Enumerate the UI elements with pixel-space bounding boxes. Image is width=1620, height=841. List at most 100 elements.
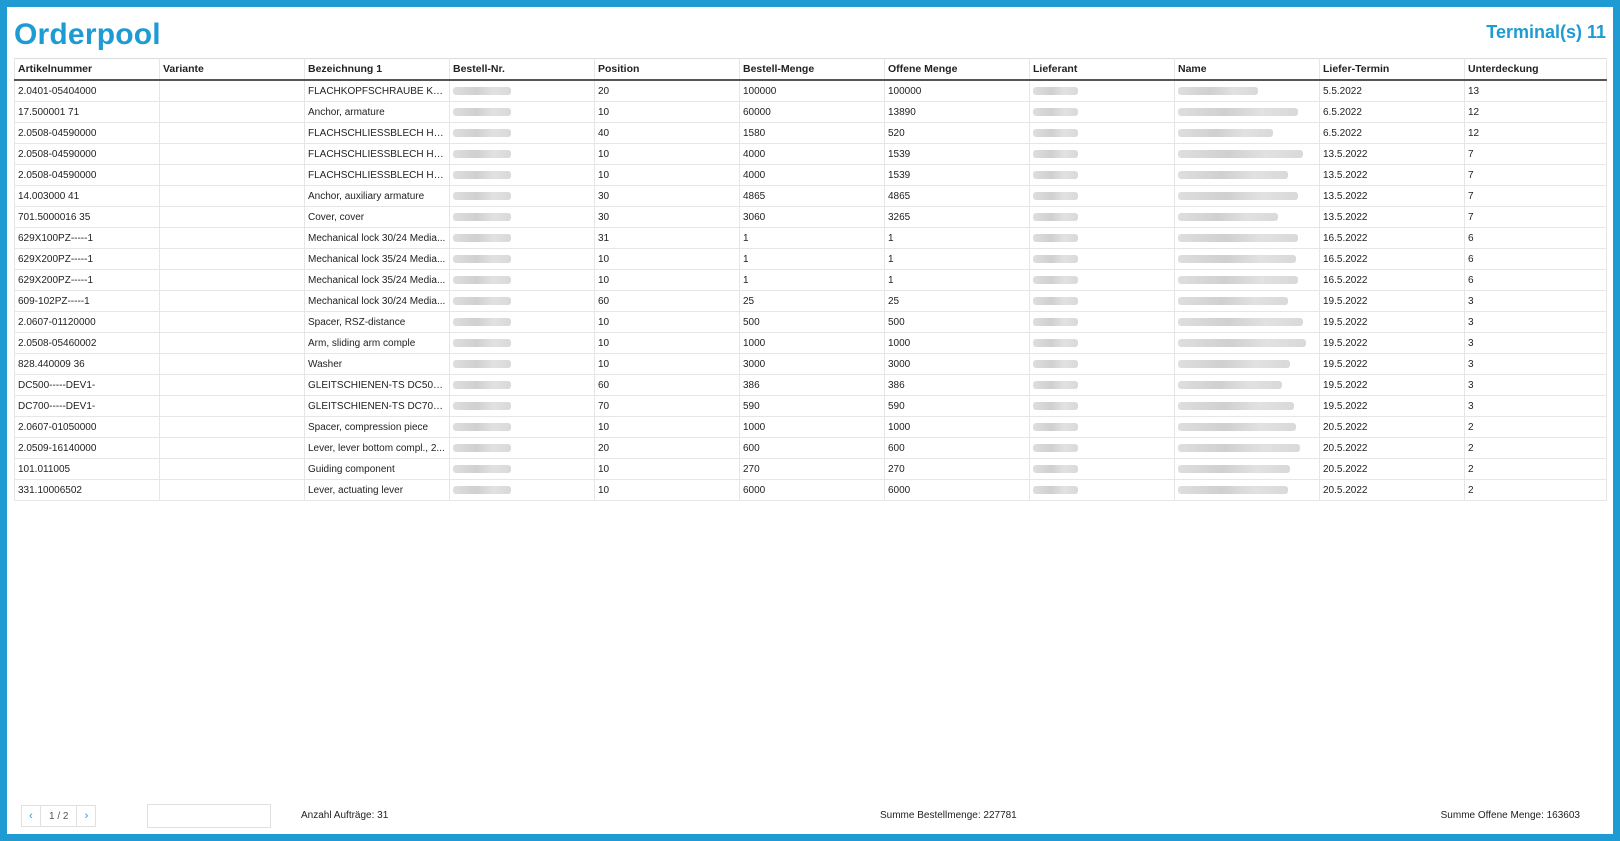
cell-bezeichnung: Anchor, auxiliary armature: [304, 185, 450, 207]
cell-offene-menge: 4865: [884, 185, 1030, 207]
cell-offene-menge: 25: [884, 290, 1030, 312]
cell-bestell-menge: 6000: [739, 479, 885, 501]
redacted-value: [1033, 212, 1078, 221]
table-header-row: Artikelnummer Variante Bezeichnung 1 Bes…: [14, 58, 1607, 81]
cell-position: 20: [594, 80, 740, 102]
cell-variante: [159, 374, 305, 396]
prev-page-button[interactable]: ‹: [22, 805, 40, 827]
redacted-value: [1033, 107, 1078, 116]
table-row[interactable]: 2.0508-04590000 FLACHSCHLIESSBLECH HZ. E.…: [14, 164, 1607, 186]
column-header-bestell-nr[interactable]: Bestell-Nr.: [449, 58, 595, 81]
table-row[interactable]: 701.5000016 35 Cover, cover 30 3060 3265 13.5…: [14, 206, 1607, 228]
cell-artikelnummer: 2.0508-04590000: [14, 122, 160, 144]
redacted-value: [453, 233, 511, 242]
cell-variante: [159, 269, 305, 291]
cell-bezeichnung: Mechanical lock 35/24 Media...: [304, 269, 450, 291]
table-row[interactable]: 14.003000 41 Anchor, auxiliary armature 30…: [14, 185, 1607, 207]
table-row[interactable]: 331.10006502 Lever, actuating lever 10 6000…: [14, 479, 1607, 501]
table-row[interactable]: 2.0508-04590000 FLACHSCHLIESSBLECH HZ. E.…: [14, 143, 1607, 165]
redacted-value: [453, 380, 511, 389]
cell-lieferant: [1029, 206, 1175, 228]
cell-bestell-menge: 100000: [739, 80, 885, 102]
cell-liefer-termin: 19.5.2022: [1319, 374, 1465, 396]
redacted-value: [1033, 296, 1078, 305]
cell-offene-menge: 1539: [884, 143, 1030, 165]
cell-lieferant: [1029, 332, 1175, 354]
cell-bezeichnung: FLACHSCHLIESSBLECH HZ. E...: [304, 164, 450, 186]
redacted-value: [1033, 254, 1078, 263]
table-row[interactable]: 2.0508-04590000 FLACHSCHLIESSBLECH HZ. E.…: [14, 122, 1607, 144]
table-row[interactable]: 629X100PZ-----1 Mechanical lock 30/24 Med…: [14, 227, 1607, 249]
cell-bezeichnung: Cover, cover: [304, 206, 450, 228]
cell-bestell-menge: 386: [739, 374, 885, 396]
redacted-value: [1178, 443, 1300, 452]
cell-lieferant: [1029, 227, 1175, 249]
column-header-position[interactable]: Position: [594, 58, 740, 81]
column-header-name[interactable]: Name: [1174, 58, 1320, 81]
page-input[interactable]: [147, 804, 271, 828]
cell-liefer-termin: 16.5.2022: [1319, 248, 1465, 270]
cell-offene-menge: 1539: [884, 164, 1030, 186]
column-header-unterdeckung[interactable]: Unterdeckung: [1464, 58, 1607, 81]
cell-lieferant: [1029, 185, 1175, 207]
cell-lieferant: [1029, 479, 1175, 501]
cell-liefer-termin: 6.5.2022: [1319, 122, 1465, 144]
cell-bestell-menge: 270: [739, 458, 885, 480]
cell-variante: [159, 437, 305, 459]
column-header-lieferant[interactable]: Lieferant: [1029, 58, 1175, 81]
cell-bezeichnung: GLEITSCHIENEN-TS DC500 A...: [304, 374, 450, 396]
cell-offene-menge: 1: [884, 248, 1030, 270]
redacted-value: [453, 191, 511, 200]
cell-name: [1174, 437, 1320, 459]
table-row[interactable]: DC500-----DEV1- GLEITSCHIENEN-TS DC500 A.…: [14, 374, 1607, 396]
cell-position: 10: [594, 164, 740, 186]
cell-bestell-nr: [449, 185, 595, 207]
cell-position: 10: [594, 479, 740, 501]
cell-bestell-menge: 600: [739, 437, 885, 459]
cell-variante: [159, 206, 305, 228]
column-header-liefer-termin[interactable]: Liefer-Termin: [1319, 58, 1465, 81]
cell-lieferant: [1029, 437, 1175, 459]
table-row[interactable]: 2.0509-16140000 Lever, lever bottom compl…: [14, 437, 1607, 459]
column-header-artikelnummer[interactable]: Artikelnummer: [14, 58, 160, 81]
redacted-value: [1033, 233, 1078, 242]
cell-artikelnummer: DC500-----DEV1-: [14, 374, 160, 396]
cell-liefer-termin: 13.5.2022: [1319, 206, 1465, 228]
table-row[interactable]: 2.0508-05460002 Arm, sliding arm comple 10…: [14, 332, 1607, 354]
cell-artikelnummer: 609-102PZ-----1: [14, 290, 160, 312]
table-row[interactable]: 2.0607-01050000 Spacer, compression piece…: [14, 416, 1607, 438]
table-row[interactable]: 2.0607-01120000 Spacer, RSZ-distance 10 500…: [14, 311, 1607, 333]
column-header-offene-menge[interactable]: Offene Menge: [884, 58, 1030, 81]
next-page-button[interactable]: ›: [77, 805, 95, 827]
column-header-bezeichnung[interactable]: Bezeichnung 1: [304, 58, 450, 81]
redacted-value: [453, 338, 511, 347]
cell-liefer-termin: 20.5.2022: [1319, 458, 1465, 480]
cell-unterdeckung: 6: [1464, 227, 1607, 249]
redacted-value: [453, 359, 511, 368]
table-row[interactable]: 609-102PZ-----1 Mechanical lock 30/24 Med…: [14, 290, 1607, 312]
cell-name: [1174, 332, 1320, 354]
table-row[interactable]: 101.011005 Guiding component 10 270 270 20.5.…: [14, 458, 1607, 480]
redacted-value: [1178, 464, 1290, 473]
table-row[interactable]: DC700-----DEV1- GLEITSCHIENEN-TS DC700 A.…: [14, 395, 1607, 417]
table-row[interactable]: 629X200PZ-----1 Mechanical lock 35/24 Med…: [14, 269, 1607, 291]
cell-liefer-termin: 19.5.2022: [1319, 332, 1465, 354]
cell-offene-menge: 270: [884, 458, 1030, 480]
cell-bezeichnung: Spacer, compression piece: [304, 416, 450, 438]
cell-bestell-menge: 4000: [739, 164, 885, 186]
cell-lieferant: [1029, 248, 1175, 270]
redacted-value: [1178, 338, 1306, 347]
cell-variante: [159, 311, 305, 333]
column-header-variante[interactable]: Variante: [159, 58, 305, 81]
cell-bezeichnung: Mechanical lock 35/24 Media...: [304, 248, 450, 270]
cell-position: 30: [594, 185, 740, 207]
column-header-bestell-menge[interactable]: Bestell-Menge: [739, 58, 885, 81]
table-row[interactable]: 629X200PZ-----1 Mechanical lock 35/24 Med…: [14, 248, 1607, 270]
table-row[interactable]: 828.440009 36 Washer 10 3000 3000 19.5.2022 3: [14, 353, 1607, 375]
cell-variante: [159, 143, 305, 165]
table-row[interactable]: 17.500001 71 Anchor, armature 10 60000 13890…: [14, 101, 1607, 123]
orderpool-table: Artikelnummer Variante Bezeichnung 1 Bes…: [14, 58, 1607, 501]
redacted-value: [1033, 128, 1078, 137]
table-row[interactable]: 2.0401-05404000 FLACHKOPFSCHRAUBE Kom... 2…: [14, 80, 1607, 102]
page-indicator: 1 / 2: [40, 805, 78, 827]
